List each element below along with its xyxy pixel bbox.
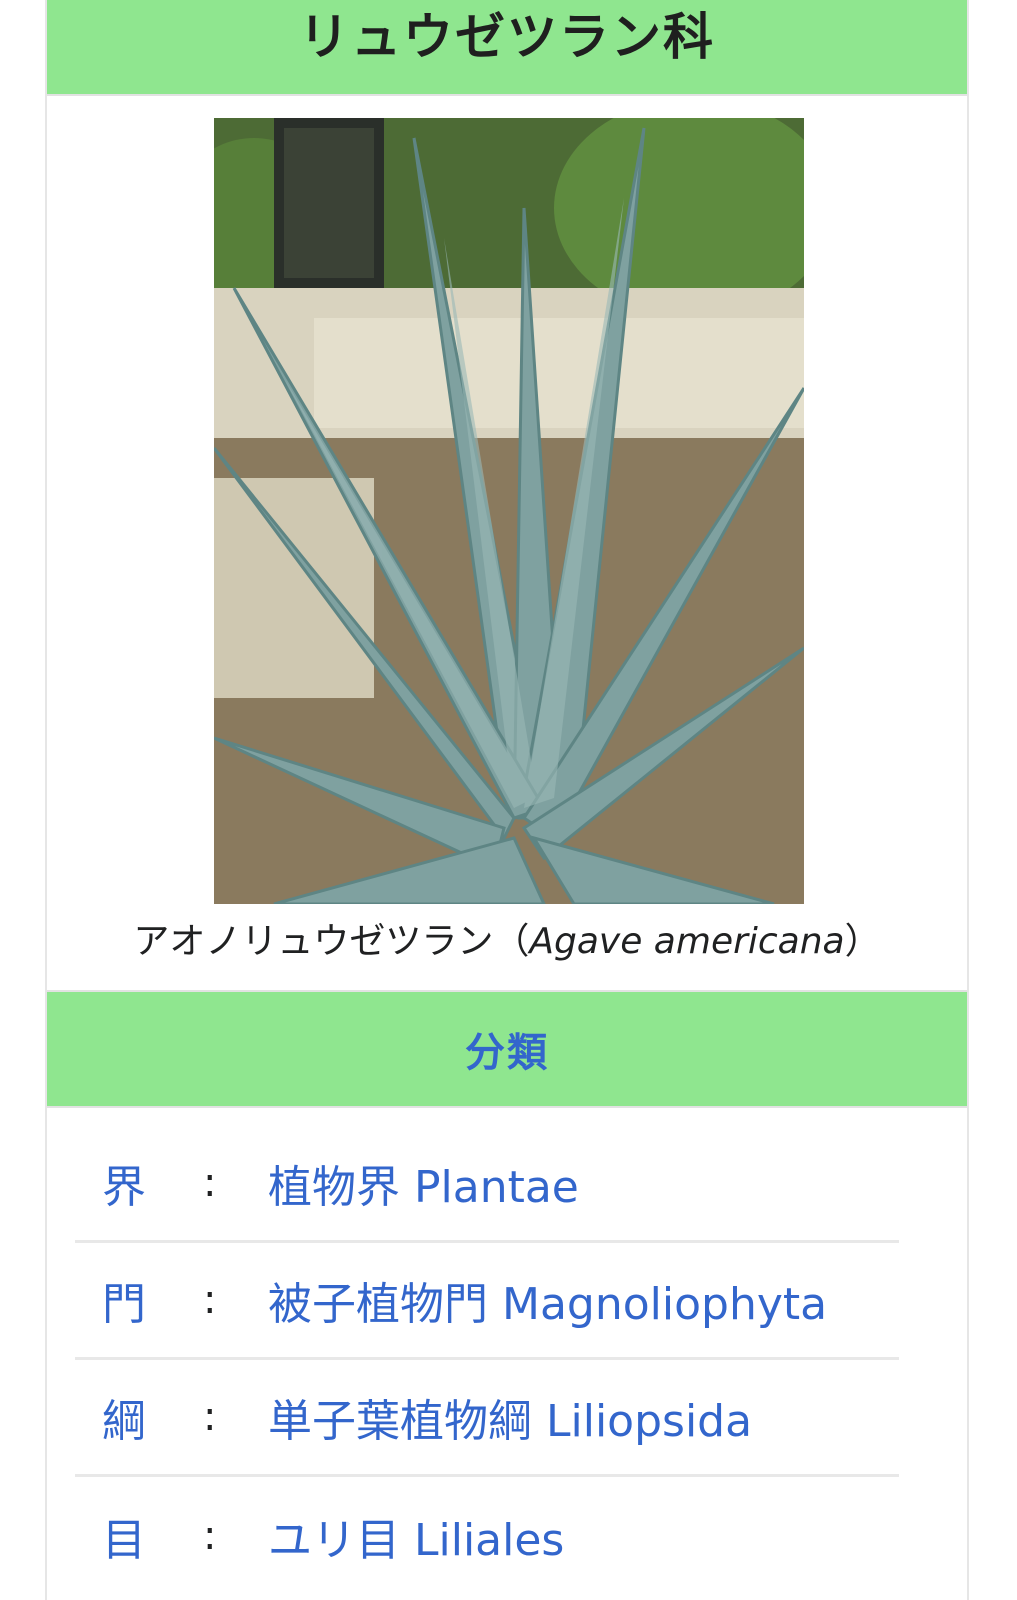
infobox-title: リュウゼツラン科 — [299, 8, 715, 66]
taxonomy-row-class: 綱 : 単子葉植物綱 Liliopsida — [75, 1360, 899, 1477]
rank-separator: : — [203, 1394, 217, 1440]
taxonomy-row-order: 目 : ユリ目 Liliales — [75, 1477, 899, 1594]
caption-scientific-name: Agave americana — [529, 921, 845, 962]
rank-label[interactable]: 門 — [102, 1268, 146, 1332]
taxon-link[interactable]: 植物界 Plantae — [268, 1151, 579, 1215]
infobox: リュウゼツラン科 アオノリュウゼツラン（Agave americana） 分類 … — [45, 0, 969, 1600]
rank-label[interactable]: 目 — [102, 1504, 146, 1568]
rank-label[interactable]: 界 — [102, 1151, 146, 1215]
rank-separator: : — [203, 1512, 217, 1559]
rank-label[interactable]: 綱 — [102, 1385, 146, 1449]
taxonomy-row-division: 門 : 被子植物門 Magnoliophyta — [75, 1243, 899, 1360]
classification-header-link[interactable]: 分類 — [465, 1020, 549, 1078]
caption-suffix: ） — [844, 921, 881, 962]
taxon-link[interactable]: ユリ目 Liliales — [268, 1504, 564, 1568]
classification-header: 分類 — [47, 990, 967, 1108]
rank-separator: : — [203, 1277, 217, 1323]
caption-japanese-name: アオノリュウゼツラン（ — [133, 921, 530, 962]
image-caption: アオノリュウゼツラン（Agave americana） — [47, 912, 967, 964]
rank-separator: : — [203, 1160, 217, 1206]
taxon-link[interactable]: 被子植物門 Magnoliophyta — [268, 1268, 827, 1332]
taxon-link[interactable]: 単子葉植物綱 Liliopsida — [268, 1385, 752, 1449]
infobox-title-bar: リュウゼツラン科 — [47, 0, 967, 96]
agave-photo[interactable] — [214, 118, 804, 904]
taxonomy-row-kingdom: 界 : 植物界 Plantae — [75, 1126, 899, 1243]
